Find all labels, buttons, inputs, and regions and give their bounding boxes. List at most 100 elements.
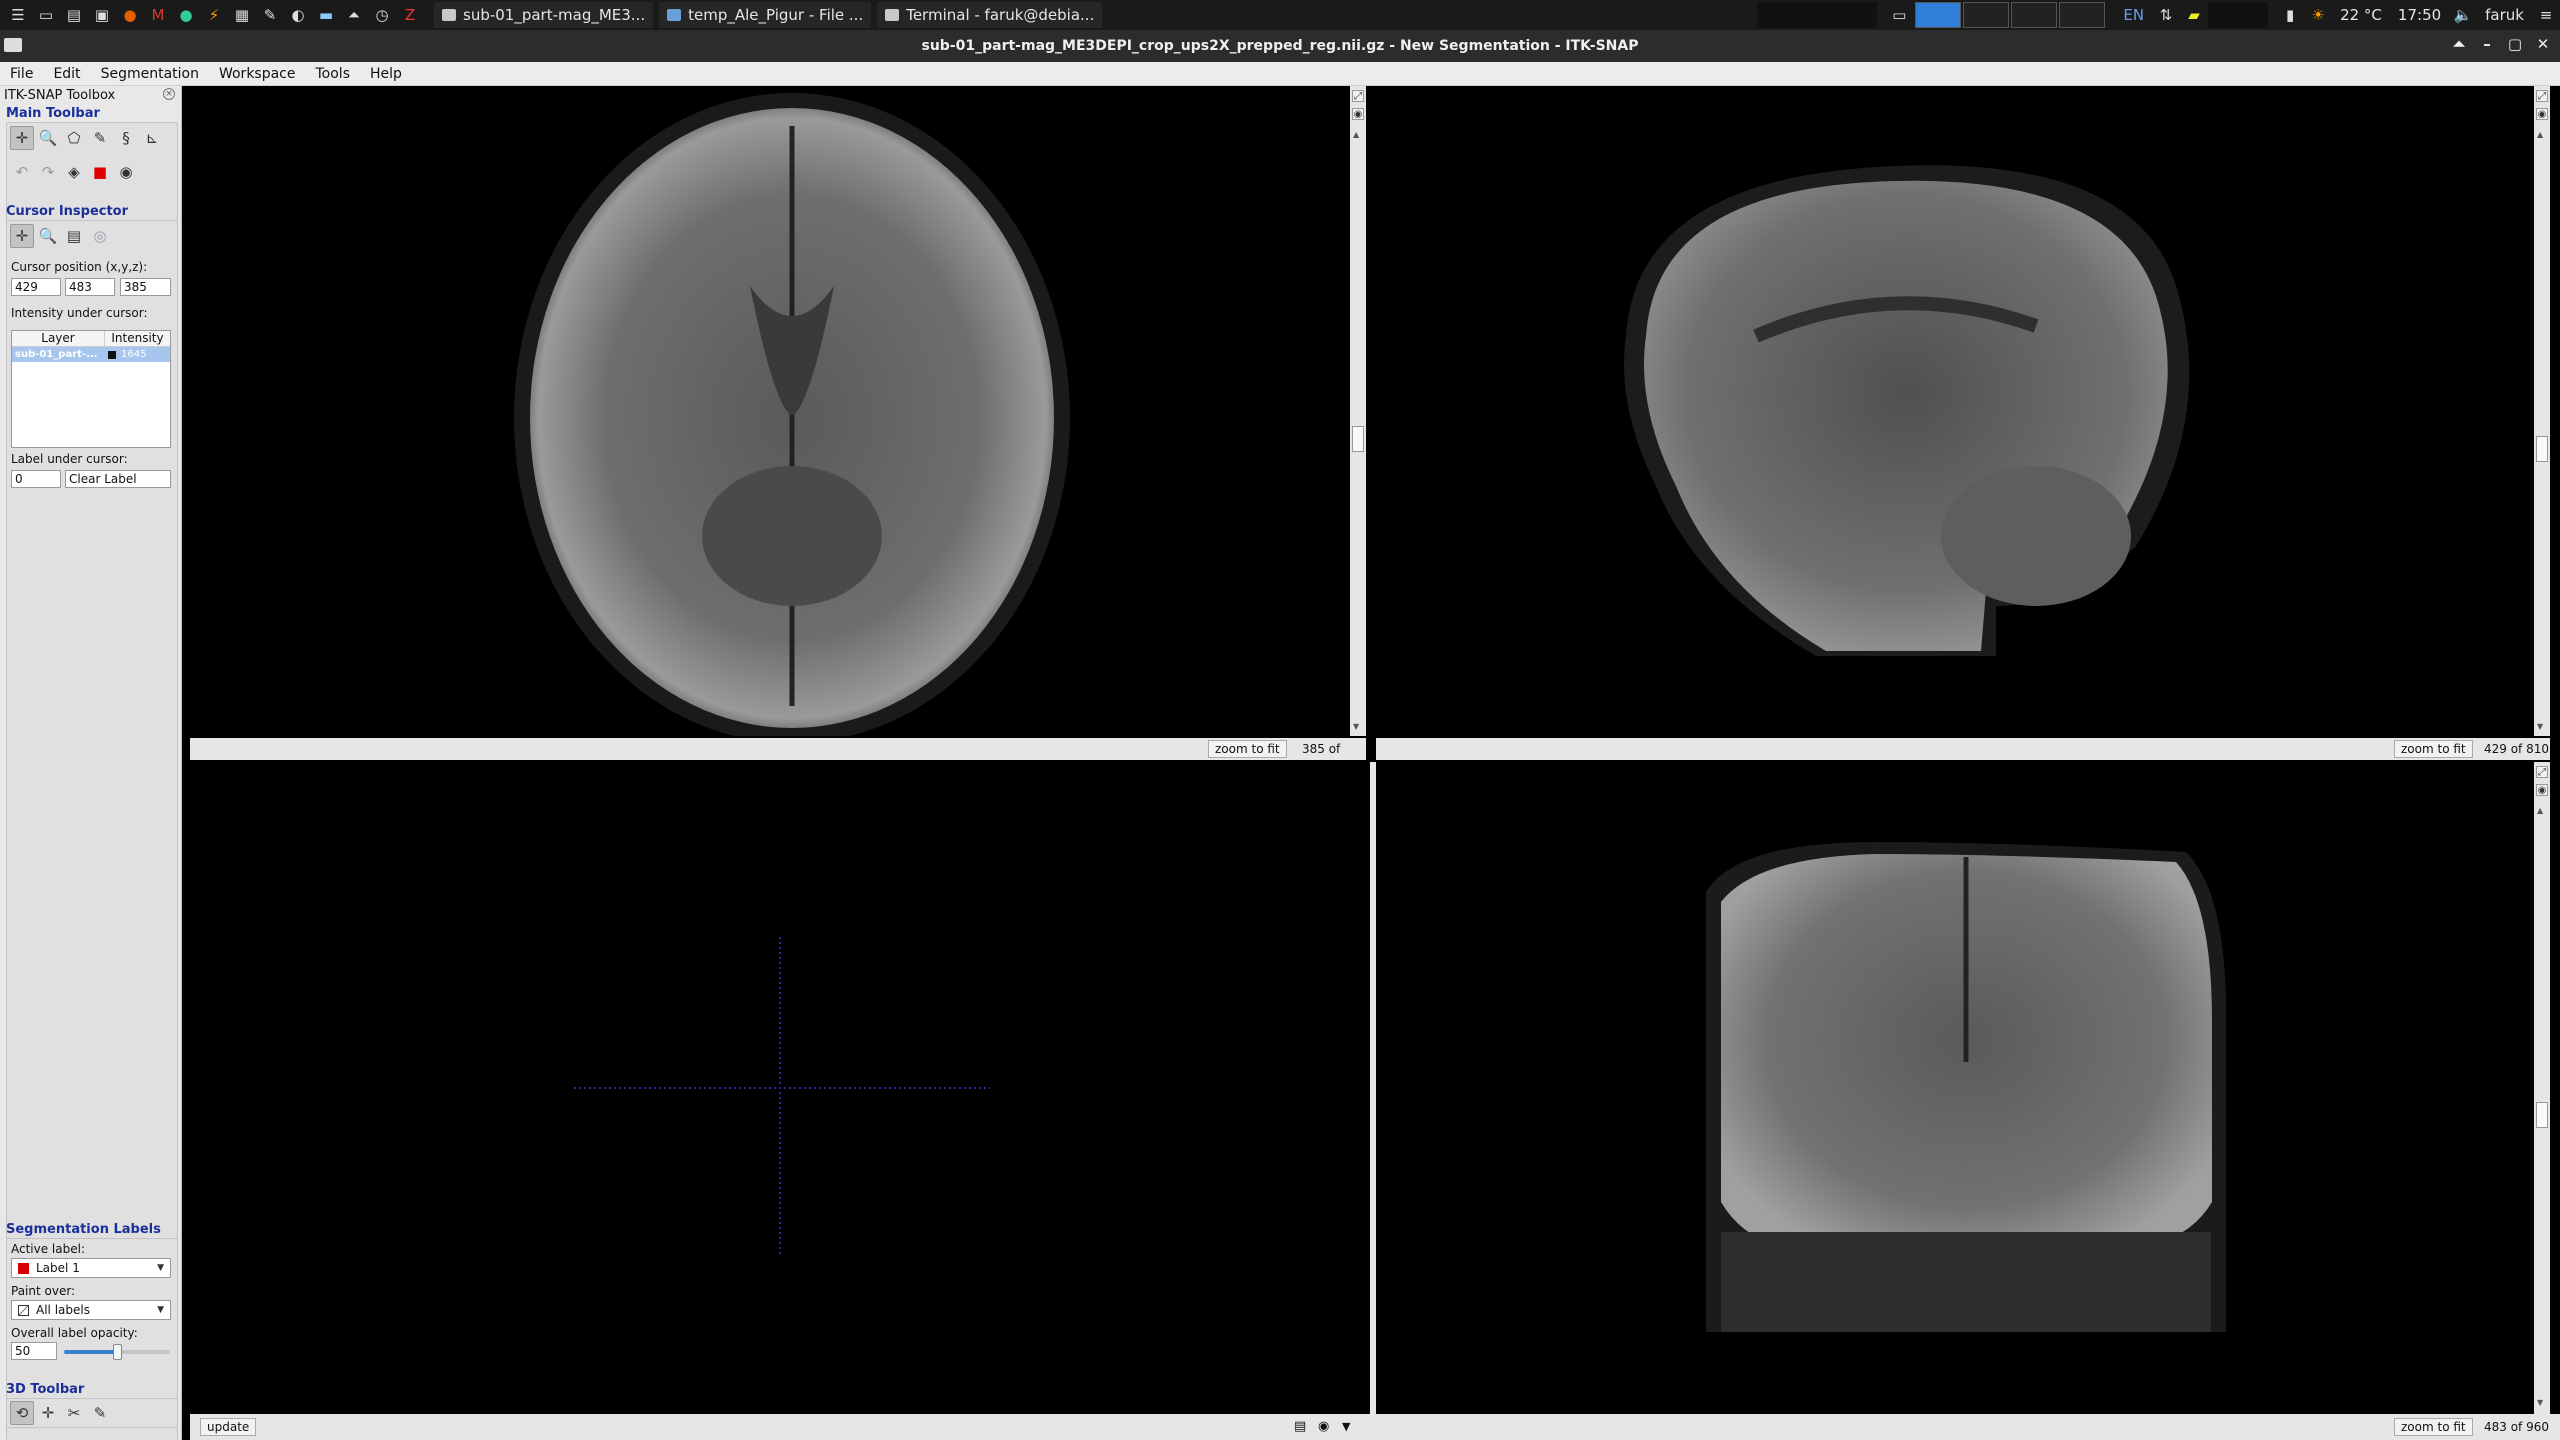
cursor-z-field[interactable]: 385 [120,278,171,296]
axial-zoom-to-fit-button[interactable]: zoom to fit [1208,740,1287,758]
table-row[interactable]: sub-01_part-... 1645 [12,347,170,362]
menu-edit[interactable]: Edit [43,66,90,82]
app-orange-icon[interactable]: ⚡ [203,4,225,26]
axial-scrollbar[interactable]: ⤢ ◉ ▲ ▼ [1350,86,1366,736]
scroll-down-icon[interactable]: ▼ [2537,722,2543,731]
spraypaint-3d-icon[interactable]: ✎ [88,1401,112,1425]
crosshair-3d-icon[interactable]: ✛ [36,1401,60,1425]
user-name[interactable]: faruk [2485,6,2524,24]
opacity-field[interactable]: 50 [11,1342,57,1360]
menu-segmentation[interactable]: Segmentation [91,66,209,82]
layers-icon[interactable]: ◈ [62,160,86,184]
scroll-up-icon[interactable]: ▲ [2537,130,2543,139]
window-menu-icon[interactable] [4,38,22,52]
notes-icon[interactable]: ▰ [2183,4,2205,26]
maximize-icon[interactable]: ▢ [2504,35,2526,53]
chrome-icon[interactable]: ● [175,4,197,26]
camera-icon[interactable]: ◉ [2536,784,2548,796]
app-m-icon[interactable]: M [147,4,169,26]
menu-file[interactable]: File [0,66,43,82]
active-label-select[interactable]: Label 1 ▼ [11,1258,171,1278]
terminal-icon[interactable]: ▣ [91,4,113,26]
expand-view-icon[interactable]: ⤢ [1352,90,1364,102]
menu-icon[interactable]: ≡ [2535,4,2557,26]
keyboard-layout[interactable]: EN [2123,6,2144,24]
network-icon[interactable]: ⇅ [2155,4,2177,26]
axial-slice-slider[interactable] [1352,426,1364,452]
cursor-x-field[interactable]: 429 [11,278,61,296]
chevron-down-icon[interactable]: ▼ [1342,1418,1350,1436]
task-terminal[interactable]: Terminal - faruk@debia... [877,2,1103,28]
minimize-icon[interactable]: – [2476,35,2498,53]
camera-icon[interactable]: ◉ [2536,108,2548,120]
app-z-icon[interactable]: Z [399,4,421,26]
opacity-slider-handle[interactable] [113,1344,122,1360]
show-desktop-icon[interactable]: ▭ [1888,4,1910,26]
opacity-slider[interactable] [64,1344,170,1360]
scroll-down-icon[interactable]: ▼ [2537,1398,2543,1407]
keep-above-icon[interactable]: ⏶ [2448,35,2470,53]
expand-view-icon[interactable]: ⤢ [2536,766,2548,778]
zoom-tab-icon[interactable]: 🔍 [36,224,60,248]
scroll-up-icon[interactable]: ▲ [2537,806,2543,815]
calculator-icon[interactable]: ▦ [231,4,253,26]
crosshair-tool-icon[interactable]: ✛ [10,126,34,150]
battery-icon[interactable]: ▮ [2279,4,2301,26]
task-file-manager[interactable]: temp_Ale_Pigur - File ... [659,2,872,28]
sagittal-scrollbar[interactable]: ⤢ ◉ ▲ ▼ [2534,86,2550,736]
expand-view-icon[interactable]: ⤢ [2536,90,2548,102]
workspace-1[interactable] [1915,2,1962,28]
scalpel-3d-icon[interactable]: ✂ [62,1401,86,1425]
clock[interactable]: 17:50 [2398,6,2441,24]
workspace-2[interactable] [1963,2,2010,28]
update-3d-button[interactable]: update [200,1418,257,1436]
menu-workspace[interactable]: Workspace [209,66,306,82]
up-icon[interactable]: ⏶ [343,4,365,26]
snake-tool-icon[interactable]: § [114,126,138,150]
menu-help[interactable]: Help [360,66,412,82]
zoom-tool-icon[interactable]: 🔍 [36,126,60,150]
workspace-3[interactable] [2011,2,2058,28]
camera-icon[interactable]: ◉ [1352,108,1364,120]
ruler-tool-icon[interactable]: ⊾ [140,126,164,150]
polygon-tool-icon[interactable]: ⬠ [62,126,86,150]
close-icon[interactable]: × [163,88,175,100]
file-manager-icon[interactable]: ▭ [35,4,57,26]
sagittal-zoom-to-fit-button[interactable]: zoom to fit [2394,740,2473,758]
menu-icon[interactable]: ☰ [7,4,29,26]
sync-tab-icon[interactable]: ◎ [88,224,112,248]
close-icon[interactable]: ✕ [2532,35,2554,53]
menu-tools[interactable]: Tools [306,66,361,82]
layout-icon[interactable]: ▤ [1294,1418,1306,1436]
coronal-view[interactable] [1376,762,2534,1414]
coronal-slice-slider[interactable] [2536,1102,2548,1128]
sagittal-view[interactable] [1376,86,2534,736]
undo-icon[interactable]: ↶ [10,160,34,184]
weather-temp[interactable]: 22 °C [2340,6,2382,24]
clock-icon[interactable]: ◷ [371,4,393,26]
task-itksnap[interactable]: sub-01_part-mag_ME3... [434,2,654,28]
sagittal-slice-slider[interactable] [2536,436,2548,462]
clipboard-icon[interactable]: ▤ [63,4,85,26]
render-3d-view[interactable] [190,762,1370,1414]
colormap-icon[interactable]: ◉ [114,160,138,184]
label-editor-icon[interactable]: ■ [88,160,112,184]
paintbrush-tool-icon[interactable]: ✎ [88,126,112,150]
firefox-icon[interactable]: ● [119,4,141,26]
scroll-down-icon[interactable]: ▼ [1353,722,1359,731]
editor-icon[interactable]: ✎ [259,4,281,26]
axial-view[interactable] [190,86,1350,736]
redo-icon[interactable]: ↷ [36,160,60,184]
camera-icon[interactable]: ◉ [1318,1418,1329,1436]
paint-over-select[interactable]: All labels ▼ [11,1300,171,1320]
workspace-4[interactable] [2059,2,2106,28]
scroll-up-icon[interactable]: ▲ [1353,130,1359,139]
volume-icon[interactable]: 🔈 [2452,4,2474,26]
cursor-y-field[interactable]: 483 [65,278,115,296]
coronal-zoom-to-fit-button[interactable]: zoom to fit [2394,1418,2473,1436]
display-tab-icon[interactable]: ▤ [62,224,86,248]
cursor-tab-icon[interactable]: ✛ [10,224,34,248]
window-icon[interactable]: ▬ [315,4,337,26]
coronal-scrollbar[interactable]: ⤢ ◉ ▲ ▼ [2534,762,2550,1414]
rotate-3d-icon[interactable]: ⟲ [10,1401,34,1425]
